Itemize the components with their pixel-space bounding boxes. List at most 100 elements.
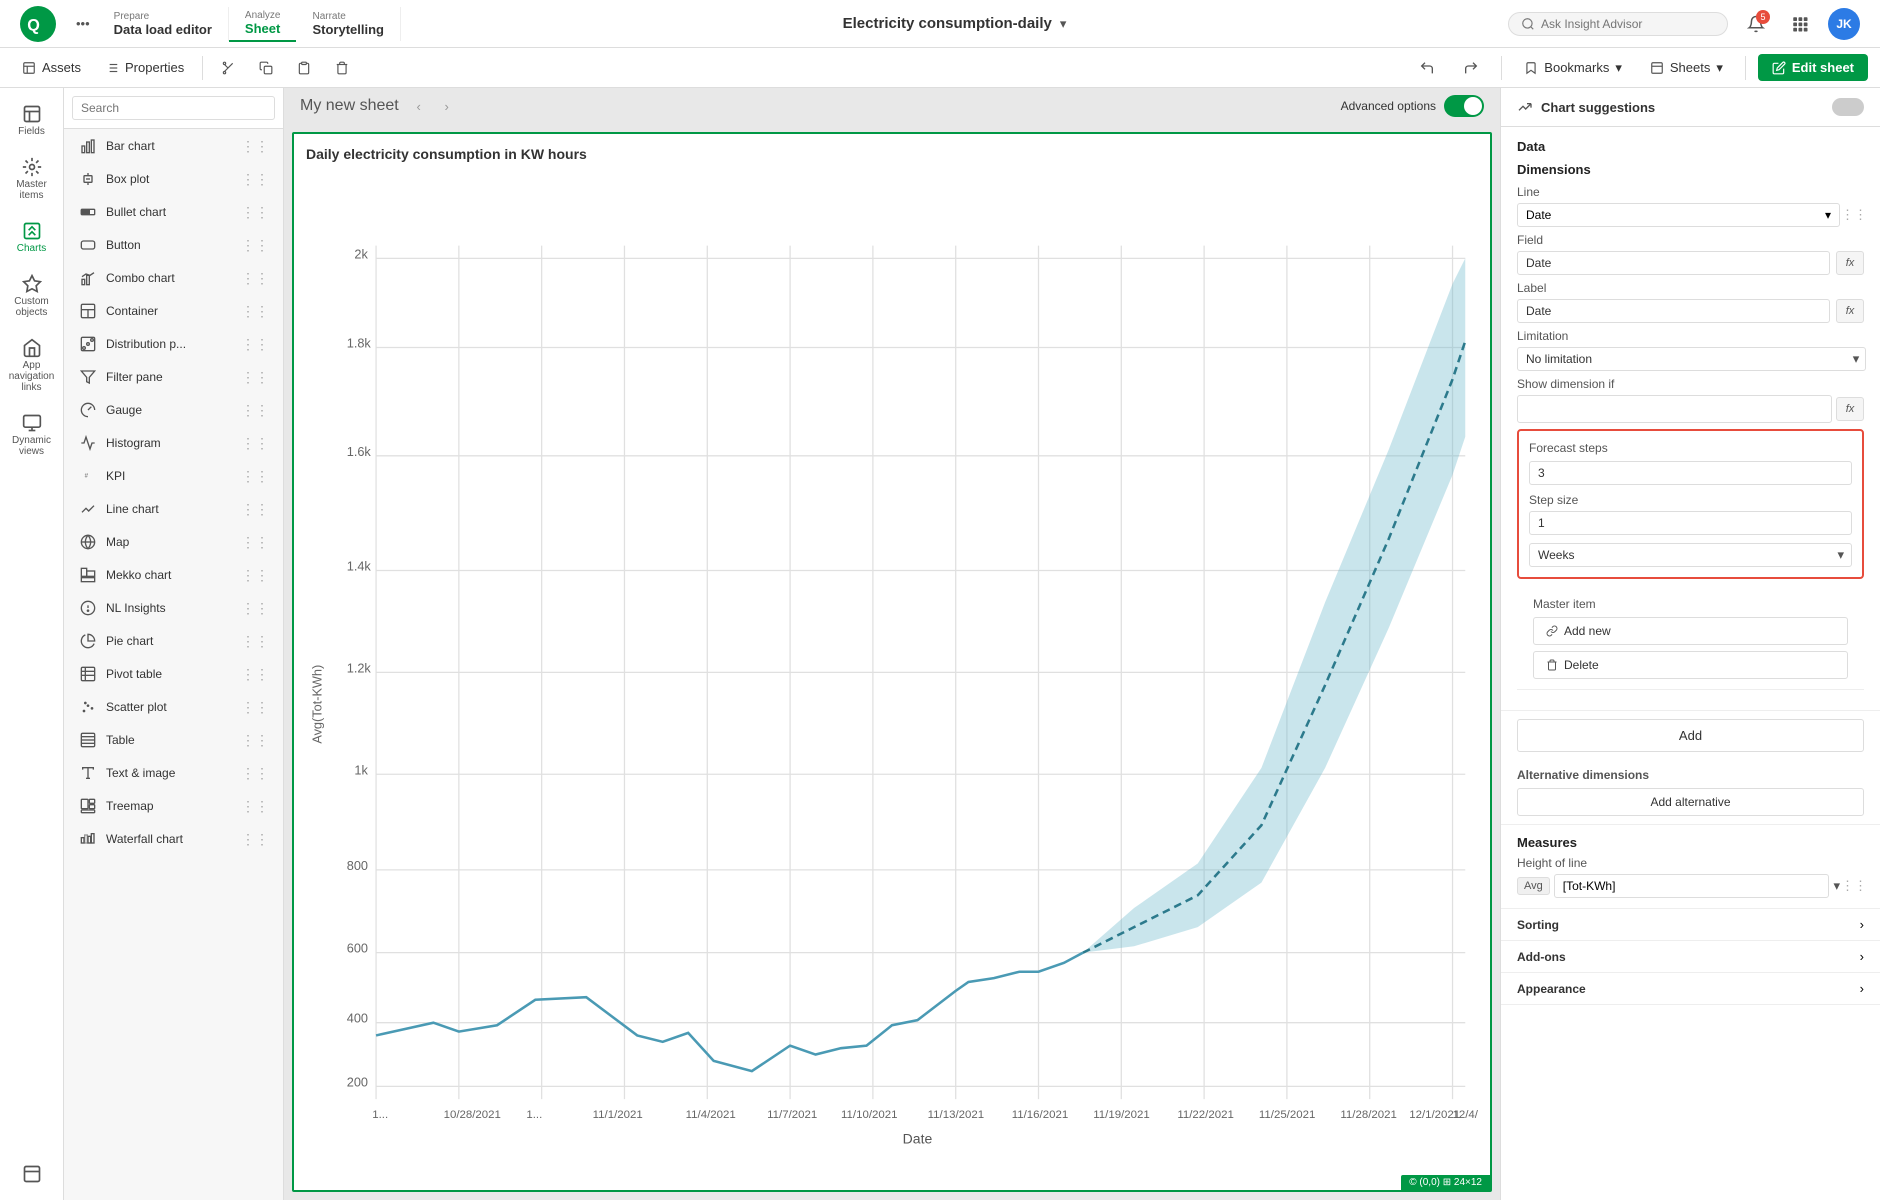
drag-handle[interactable]: ⋮⋮ [241, 699, 269, 716]
chart-item-table[interactable]: Table ⋮⋮ [68, 724, 279, 756]
sidebar-item-master[interactable]: Master items [4, 149, 60, 209]
drag-handle[interactable]: ⋮⋮ [241, 534, 269, 551]
nav-analyze[interactable]: Analyze Sheet [229, 6, 297, 42]
app-title-chevron[interactable]: ▾ [1060, 16, 1067, 32]
drag-handle[interactable]: ⋮⋮ [241, 666, 269, 683]
field-fx-button[interactable]: fx [1836, 251, 1864, 275]
drag-handle[interactable]: ⋮⋮ [241, 600, 269, 617]
sidebar-item-dynamic[interactable]: Dynamic views [4, 405, 60, 465]
sheets-button[interactable]: Sheets ▾ [1640, 56, 1733, 80]
appearance-section[interactable]: Appearance › [1501, 973, 1880, 1005]
drag-handle[interactable]: ⋮⋮ [241, 765, 269, 782]
user-avatar[interactable]: JK [1828, 8, 1860, 40]
drag-handle[interactable]: ⋮⋮ [241, 270, 269, 287]
chart-suggestions-toggle[interactable] [1832, 98, 1864, 116]
advanced-options-toggle[interactable] [1444, 95, 1484, 117]
drag-handle[interactable]: ⋮⋮ [241, 237, 269, 254]
drag-handle[interactable]: ⋮⋮ [241, 303, 269, 320]
chart-item-scatter[interactable]: Scatter plot ⋮⋮ [68, 691, 279, 723]
chart-item-kpi[interactable]: # KPI ⋮⋮ [68, 460, 279, 492]
properties-button[interactable]: Properties [95, 56, 194, 79]
label-fx-button[interactable]: fx [1836, 299, 1864, 323]
step-size-input[interactable] [1529, 511, 1852, 535]
copy-button[interactable] [249, 57, 283, 79]
chart-item-text[interactable]: Text & image ⋮⋮ [68, 757, 279, 789]
drag-handle[interactable]: ⋮⋮ [241, 138, 269, 155]
chart-item-bar[interactable]: Bar chart ⋮⋮ [68, 130, 279, 162]
field-input[interactable] [1517, 251, 1830, 275]
drag-handle[interactable]: ⋮⋮ [241, 501, 269, 518]
bookmarks-button[interactable]: Bookmarks ▾ [1514, 56, 1632, 80]
drag-handle[interactable]: ⋮⋮ [241, 831, 269, 848]
drag-handle[interactable]: ⋮⋮ [241, 336, 269, 353]
chart-item-waterfall[interactable]: Waterfall chart ⋮⋮ [68, 823, 279, 855]
sidebar-item-custom[interactable]: Custom objects [4, 266, 60, 326]
nav-narrate[interactable]: Narrate Storytelling [296, 7, 401, 41]
paste-button[interactable] [287, 57, 321, 79]
cut-button[interactable] [211, 57, 245, 79]
sheet-prev-button[interactable]: ‹ [407, 94, 431, 118]
weeks-select[interactable]: Days Weeks Months Quarters Years [1529, 543, 1852, 567]
chart-item-filter[interactable]: Filter pane ⋮⋮ [68, 361, 279, 393]
dimension-date-dropdown[interactable]: Date ▾ [1517, 203, 1840, 227]
chart-item-mekko[interactable]: Mekko chart ⋮⋮ [68, 559, 279, 591]
chart-item-bullet[interactable]: Bullet chart ⋮⋮ [68, 196, 279, 228]
add-new-button[interactable]: Add new [1533, 617, 1848, 645]
chart-item-box[interactable]: Box plot ⋮⋮ [68, 163, 279, 195]
drag-handle[interactable]: ⋮⋮ [241, 435, 269, 452]
sidebar-item-charts[interactable]: Charts [4, 213, 60, 262]
redo-button[interactable] [1453, 56, 1489, 80]
drag-handle[interactable]: ⋮⋮ [241, 567, 269, 584]
add-ons-section[interactable]: Add-ons › [1501, 941, 1880, 973]
drag-handle[interactable]: ⋮⋮ [241, 633, 269, 650]
drag-handle[interactable]: ⋮⋮ [241, 798, 269, 815]
drag-handle[interactable]: ⋮⋮ [241, 732, 269, 749]
add-dimension-button[interactable]: Add [1517, 719, 1864, 752]
chart-item-distribution[interactable]: Distribution p... ⋮⋮ [68, 328, 279, 360]
limitation-select[interactable]: No limitation [1517, 347, 1866, 371]
drag-handle[interactable]: ⋮⋮ [241, 402, 269, 419]
drag-handle[interactable]: ⋮⋮ [241, 204, 269, 221]
measures-drag[interactable]: ⋮⋮ [1844, 876, 1864, 896]
nav-more-button[interactable]: ••• [68, 16, 98, 31]
show-dim-fx[interactable]: fx [1836, 397, 1864, 421]
chart-item-pivot[interactable]: Pivot table ⋮⋮ [68, 658, 279, 690]
charts-search-input[interactable] [72, 96, 275, 120]
chart-item-nl[interactable]: NL Insights ⋮⋮ [68, 592, 279, 624]
app-title[interactable]: Electricity consumption-daily [843, 15, 1052, 32]
sidebar-item-bottom[interactable] [4, 1156, 60, 1192]
chart-item-treemap[interactable]: Treemap ⋮⋮ [68, 790, 279, 822]
chart-item-pie[interactable]: Pie chart ⋮⋮ [68, 625, 279, 657]
chart-item-button[interactable]: Button ⋮⋮ [68, 229, 279, 261]
chart-container[interactable]: Daily electricity consumption in KW hour… [292, 132, 1492, 1192]
assets-button[interactable]: Assets [12, 56, 91, 79]
delete-button[interactable]: Delete [1533, 651, 1848, 679]
chart-item-histogram[interactable]: Histogram ⋮⋮ [68, 427, 279, 459]
notifications-button[interactable]: 5 [1740, 8, 1772, 40]
chart-item-line[interactable]: Line chart ⋮⋮ [68, 493, 279, 525]
sidebar-item-fields[interactable]: Fields [4, 96, 60, 145]
nav-prepare[interactable]: Prepare Data load editor [98, 7, 229, 41]
show-dim-input[interactable] [1517, 395, 1832, 423]
insight-advisor-search[interactable] [1508, 12, 1728, 36]
undo-button[interactable] [1409, 56, 1445, 80]
sidebar-item-appnav[interactable]: App navigation links [4, 330, 60, 401]
sheet-next-button[interactable]: › [435, 94, 459, 118]
forecast-steps-input[interactable] [1529, 461, 1852, 485]
chart-item-combo[interactable]: Combo chart ⋮⋮ [68, 262, 279, 294]
drag-handle[interactable]: ⋮⋮ [241, 171, 269, 188]
edit-sheet-button[interactable]: Edit sheet [1758, 54, 1868, 81]
delete-toolbar-button[interactable] [325, 57, 359, 79]
insight-advisor-input[interactable] [1541, 17, 1701, 31]
chart-item-container[interactable]: Container ⋮⋮ [68, 295, 279, 327]
dimension-drag[interactable]: ⋮⋮ [1844, 205, 1864, 225]
sorting-section[interactable]: Sorting › [1501, 909, 1880, 941]
drag-handle[interactable]: ⋮⋮ [241, 369, 269, 386]
drag-handle[interactable]: ⋮⋮ [241, 468, 269, 485]
add-alternative-button[interactable]: Add alternative [1517, 788, 1864, 816]
app-logo[interactable]: Q [8, 6, 68, 42]
chart-item-gauge[interactable]: Gauge ⋮⋮ [68, 394, 279, 426]
label-input[interactable] [1517, 299, 1830, 323]
measures-chevron[interactable]: ▾ [1833, 878, 1840, 894]
chart-item-map[interactable]: Map ⋮⋮ [68, 526, 279, 558]
